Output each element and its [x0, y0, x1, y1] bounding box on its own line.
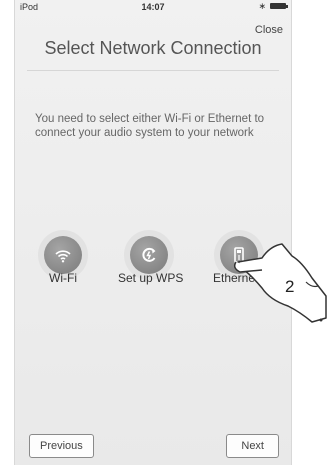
pointing-hand-icon	[233, 243, 327, 323]
tap-callout: 2	[233, 243, 327, 323]
step-number: 2	[285, 277, 294, 296]
